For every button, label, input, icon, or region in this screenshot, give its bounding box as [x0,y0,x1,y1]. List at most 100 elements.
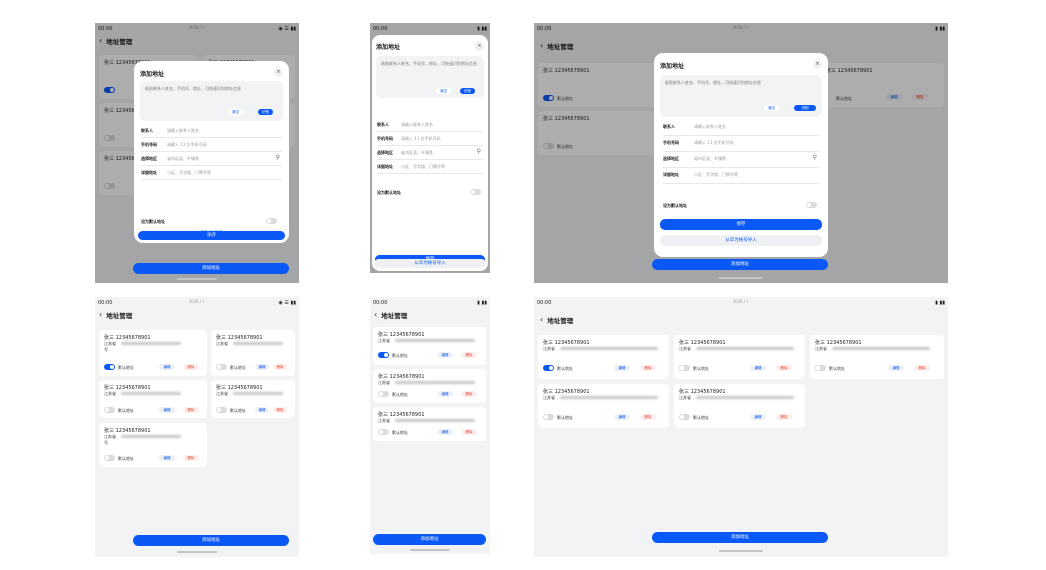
add-address-button[interactable]: 添加地址 [133,535,289,546]
edit-button[interactable]: 编辑 [159,407,175,413]
contact-field[interactable]: 联系人 请输入联系人姓名 [141,125,282,138]
default-toggle[interactable] [104,455,115,461]
delete-button[interactable]: 删除 [273,364,287,370]
set-default-toggle[interactable] [266,218,277,224]
add-address-button[interactable]: 添加地址 [133,263,289,274]
address-card[interactable]: 张三 12345678901 江苏省 默认地址 编辑 删除 [538,335,669,379]
close-icon[interactable]: × [813,60,822,69]
delete-button[interactable]: 删除 [273,407,287,413]
recognize-button[interactable]: 识别 [794,105,816,111]
phone-field[interactable]: 手机号码 请输入 11 位手机号码 [377,133,483,146]
home-indicator [719,277,763,279]
paste-textarea[interactable]: 粘贴联系人姓名、手机号、地址，可快速识别地址信息 清空 识别 [660,75,822,117]
delete-button[interactable]: 删除 [461,391,477,397]
recognize-button[interactable]: 识别 [258,109,273,115]
delete-button[interactable]: 删除 [640,365,656,371]
delete-button[interactable]: 删除 [183,407,199,413]
default-toggle[interactable] [543,414,554,420]
default-toggle[interactable] [815,365,826,371]
address-card[interactable]: 张三 12345678901 江苏省 默认地址 编辑 删除 [211,380,295,418]
screen-phone-list: 00:00 ▮ ▮▮ ‹ 地址管理 张三 12345678901 江苏省 默认地址 … [370,297,490,554]
default-toggle[interactable] [104,364,115,370]
set-default-toggle[interactable] [470,189,481,195]
detail-address-field[interactable]: 详细地址 小区、写字楼、门牌号等 [141,167,282,180]
detail-address-field[interactable]: 详细地址 小区、写字楼、门牌号等 [377,161,483,174]
page-title: ‹ 地址管理 [99,310,133,321]
address-card[interactable]: 张三 12345678901 江苏省 默认地址 编辑 删除 [674,335,805,379]
edit-button[interactable]: 编辑 [750,414,766,420]
contact-field[interactable]: 联系人 请输入联系人姓名 [377,119,483,132]
clear-button[interactable]: 清空 [436,88,451,94]
default-toggle[interactable] [679,365,690,371]
address-card[interactable]: 张三 12345678901 江苏省 号 默认地址 编辑 删除 [99,423,207,467]
location-pin-icon[interactable]: ⚲ [477,148,481,155]
edit-button[interactable]: 编辑 [888,365,904,371]
edit-button[interactable]: 编辑 [159,455,175,461]
delete-button[interactable]: 删除 [914,365,930,371]
address-card[interactable]: 张三 12345678901 江苏省 号 默认地址 编辑 删除 [99,330,207,376]
default-toggle[interactable] [679,414,690,420]
address-card[interactable]: 张三 12345678901 江苏省 默认地址 编辑 删除 [538,384,669,428]
clear-button[interactable]: 清空 [764,105,779,111]
address-card[interactable]: 张三 12345678901 江苏省 默认地址 编辑 删除 [99,380,207,418]
add-address-button[interactable]: 添加地址 [373,534,486,545]
default-toggle[interactable] [104,407,115,413]
back-icon[interactable]: ‹ [540,316,543,324]
add-address-button[interactable]: 添加地址 [652,259,828,270]
address-card[interactable]: 张三 12345678901 江苏省 默认地址 编辑 删除 [211,330,295,376]
default-toggle[interactable] [378,429,389,435]
address-card[interactable]: 张三 12345678901 江苏省 默认地址 编辑 删除 [373,369,486,403]
close-icon[interactable]: × [475,42,484,51]
clear-button[interactable]: 清空 [228,109,243,115]
edit-button[interactable]: 编辑 [159,364,175,370]
location-pin-icon[interactable]: ⚲ [276,154,280,161]
status-bar: 00:00 ▮ ▮▮ [373,300,487,306]
add-address-button[interactable]: 添加地址 [652,532,828,543]
close-icon[interactable]: × [274,68,283,77]
edit-button[interactable]: 编辑 [614,414,630,420]
set-default-toggle[interactable] [806,202,817,208]
phone-field[interactable]: 手机号码 请输入 11 位手机号码 [141,139,282,152]
detail-address-field[interactable]: 详细地址 小区、写字楼、门牌号等 [663,169,819,184]
paste-textarea[interactable]: 粘贴联系人姓名、手机号、地址，可快速识别地址信息 清空 识别 [376,56,484,98]
edit-button[interactable]: 编辑 [750,365,766,371]
delete-button[interactable]: 删除 [461,429,477,435]
page-title: ‹ 地址管理 [374,310,408,321]
phone-field[interactable]: 手机号码 请输入 11 位手机号码 [663,137,819,152]
edit-button[interactable]: 编辑 [255,364,269,370]
save-button[interactable]: 保存 [660,219,822,230]
default-toggle[interactable] [216,407,227,413]
edit-button[interactable]: 编辑 [437,391,453,397]
delete-button[interactable]: 删除 [183,455,199,461]
add-address-dialog: 添加地址 × 粘贴联系人姓名、手机号、地址，可快速识别地址信息 清空 识别 联系… [134,61,289,243]
import-button[interactable]: 从华为帐号导入 [138,229,285,238]
paste-textarea[interactable]: 粘贴联系人姓名、手机号、地址，可快速识别地址信息 清空 识别 [140,81,283,121]
default-toggle[interactable] [216,364,227,370]
location-pin-icon[interactable]: ⚲ [813,154,817,161]
default-toggle[interactable] [378,352,389,358]
delete-button[interactable]: 删除 [461,352,477,358]
delete-button[interactable]: 删除 [776,365,792,371]
region-field[interactable]: 选择地区 省市区县、乡镇等 ⚲ [663,153,819,168]
import-button[interactable]: 从华为帐号导入 [660,235,822,246]
delete-button[interactable]: 删除 [640,414,656,420]
edit-button[interactable]: 编辑 [255,407,269,413]
region-field[interactable]: 选择地区 省市区县、乡镇等 ⚲ [377,147,483,160]
import-button[interactable]: 从华为帐号导入 [374,259,486,268]
delete-button[interactable]: 删除 [183,364,199,370]
default-toggle[interactable] [378,391,389,397]
recognize-button[interactable]: 识别 [460,88,475,94]
back-icon[interactable]: ‹ [99,311,102,319]
contact-field[interactable]: 联系人 请输入联系人姓名 [663,121,819,136]
edit-button[interactable]: 编辑 [437,352,453,358]
edit-button[interactable]: 编辑 [437,429,453,435]
address-card[interactable]: 张三 12345678901 江苏省 默认地址 编辑 删除 [810,335,944,379]
delete-button[interactable]: 删除 [776,414,792,420]
address-card[interactable]: 张三 12345678901 江苏省 默认地址 编辑 删除 [373,327,486,365]
back-icon[interactable]: ‹ [374,311,377,319]
edit-button[interactable]: 编辑 [614,365,630,371]
default-toggle[interactable] [543,365,554,371]
region-field[interactable]: 选择地区 省市区县、乡镇等 ⚲ [141,153,282,166]
address-card[interactable]: 张三 12345678901 江苏省 默认地址 编辑 删除 [674,384,805,428]
address-card[interactable]: 张三 12345678901 江苏省 默认地址 编辑 删除 [373,407,486,441]
